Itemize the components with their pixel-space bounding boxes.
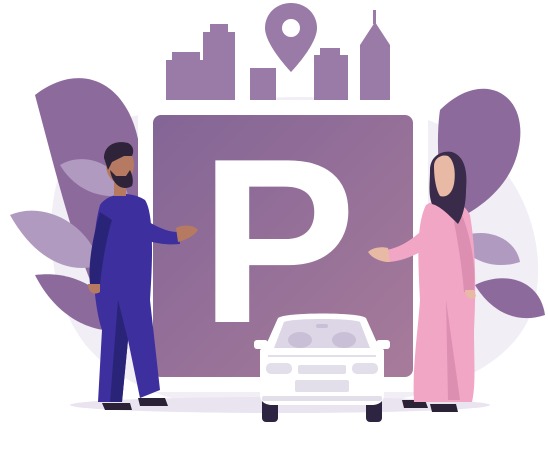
map-pin-icon	[265, 3, 317, 72]
parking-illustration: P	[0, 0, 548, 455]
illustration-canvas: P	[10, 3, 545, 422]
